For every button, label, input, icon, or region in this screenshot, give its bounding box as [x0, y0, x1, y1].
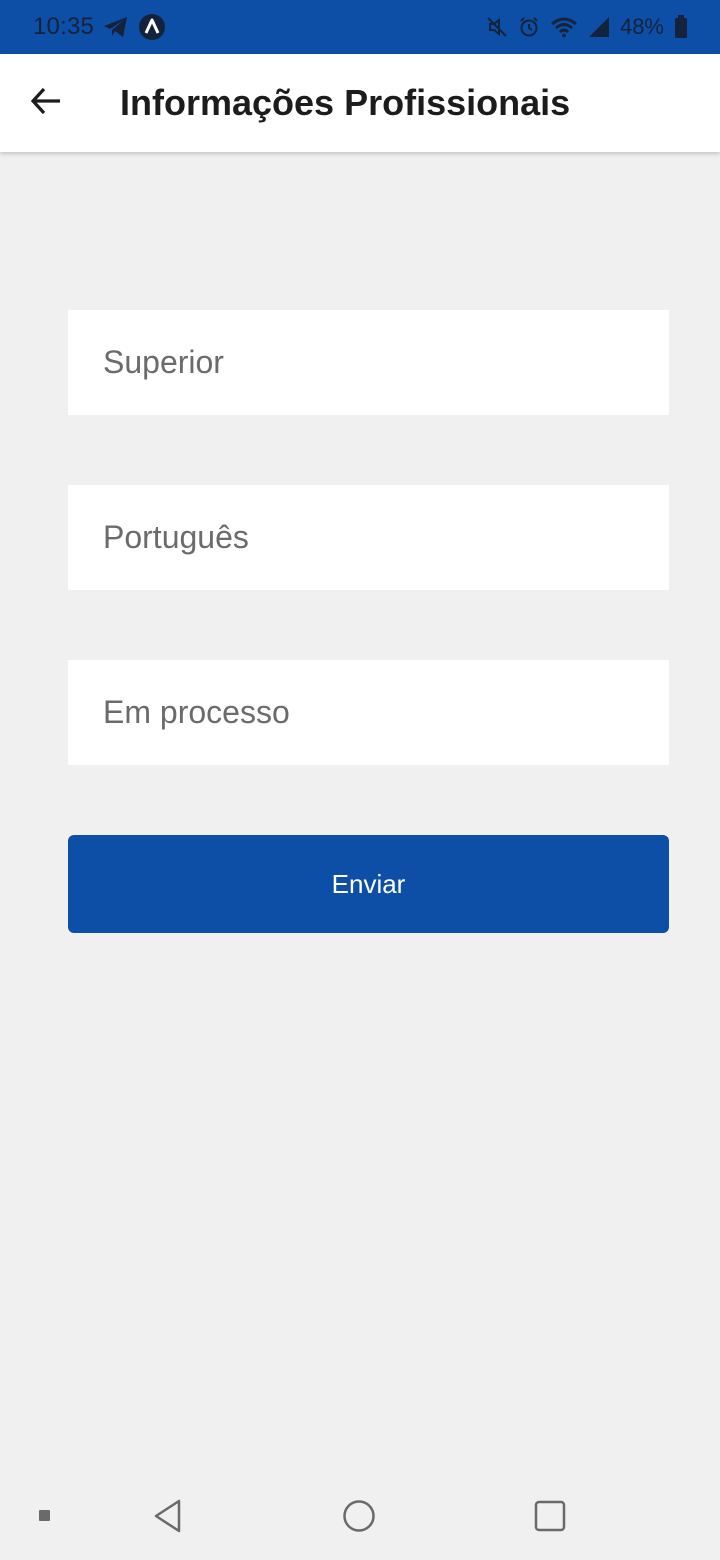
submit-button[interactable]: Enviar — [68, 835, 669, 933]
back-triangle-icon — [152, 1499, 184, 1538]
submit-button-label: Enviar — [331, 868, 406, 899]
status-left: 10:35 — [33, 0, 166, 54]
signal-icon — [588, 16, 610, 38]
home-circle-icon — [342, 1499, 376, 1538]
system-nav-bar — [0, 1476, 720, 1560]
education-level-value: Superior — [103, 344, 224, 380]
menu-dot-icon — [39, 1509, 51, 1527]
back-button[interactable] — [22, 79, 70, 127]
page-title: Informações Profissionais — [120, 82, 571, 123]
status-time: 10:35 — [33, 13, 95, 40]
alarm-icon — [518, 16, 540, 38]
status-field[interactable]: Em processo — [68, 660, 669, 765]
menu-dot-button[interactable] — [30, 1476, 60, 1560]
nav-recents-button[interactable] — [520, 1476, 580, 1560]
battery-percentage: 48% — [619, 14, 664, 39]
nav-back-button[interactable] — [138, 1476, 198, 1560]
recents-square-icon — [533, 1499, 567, 1538]
arrow-left-icon — [30, 87, 62, 120]
status-bar: 10:35 48% — [0, 0, 720, 54]
status-value: Em processo — [103, 694, 290, 730]
language-value: Português — [103, 519, 249, 555]
wifi-icon — [550, 16, 578, 38]
education-level-field[interactable]: Superior — [68, 310, 669, 415]
status-right: 48% — [486, 0, 688, 54]
app-bar: Informações Profissionais — [0, 54, 720, 152]
language-field[interactable]: Português — [68, 485, 669, 590]
app-notification-icon — [138, 13, 166, 41]
nav-home-button[interactable] — [329, 1476, 389, 1560]
mute-icon — [486, 16, 508, 38]
telegram-icon — [102, 15, 130, 39]
battery-icon — [674, 15, 688, 39]
